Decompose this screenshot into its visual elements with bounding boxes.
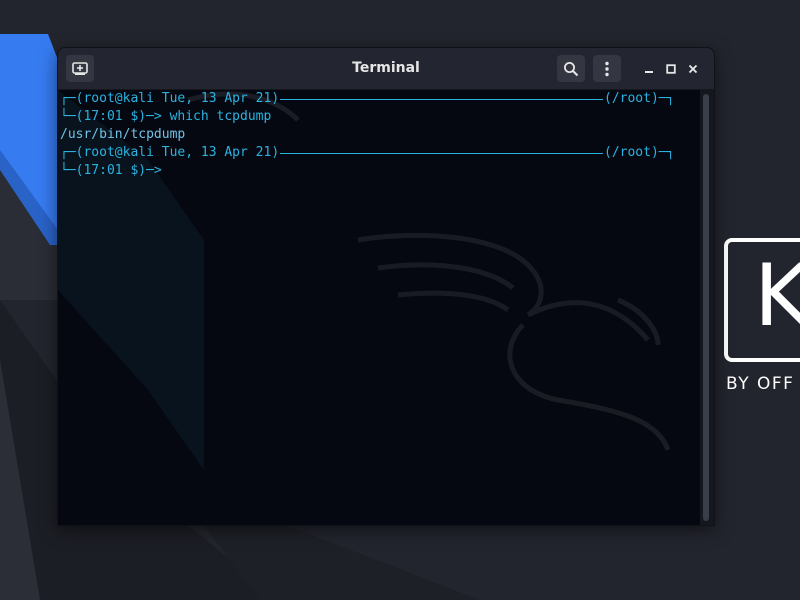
prompt-header-left: ┌─(root@kali Tue, 13 Apr 21) — [60, 145, 280, 160]
terminal-line: /usr/bin/tcpdump — [60, 126, 700, 144]
kebab-menu-icon — [605, 61, 609, 76]
prompt-header-left: ┌─(root@kali Tue, 13 Apr 21) — [60, 91, 280, 106]
menu-button[interactable] — [593, 55, 621, 82]
terminal-line: ┌─(root@kali Tue, 13 Apr 21) (/root)─┐ — [60, 90, 700, 108]
new-tab-button[interactable] — [66, 55, 94, 82]
maximize-icon — [666, 64, 676, 74]
minimize-icon — [645, 71, 653, 73]
brand-letter: K — [754, 246, 800, 346]
prompt-header-right: (/root)─┐ — [604, 91, 675, 106]
terminal-output[interactable]: ┌─(root@kali Tue, 13 Apr 21) (/root)─┐ └─(… — [58, 90, 700, 525]
prompt-rule — [280, 99, 603, 100]
terminal-window: Terminal ┌─(root@kali Tue, 13 Apr 21) (/… — [58, 48, 714, 525]
terminal-line: └─(17:01 $)─> — [60, 162, 700, 180]
terminal-line-text: └─(17:01 $)─> — [60, 163, 162, 178]
search-button[interactable] — [557, 55, 585, 82]
prompt-rule — [280, 153, 603, 154]
scrollbar[interactable] — [700, 90, 714, 525]
scrollbar-thumb[interactable] — [703, 94, 709, 521]
close-button[interactable] — [684, 60, 702, 78]
terminal-line: ┌─(root@kali Tue, 13 Apr 21) (/root)─┐ — [60, 144, 700, 162]
minimize-button[interactable] — [640, 60, 658, 78]
terminal-line-text: /usr/bin/tcpdump — [60, 127, 186, 142]
new-tab-icon — [72, 61, 88, 75]
prompt-header-right: (/root)─┐ — [604, 145, 675, 160]
close-icon — [688, 64, 698, 74]
terminal-line: └─(17:01 $)─> which tcpdump — [60, 108, 700, 126]
search-icon — [564, 61, 579, 76]
terminal-lines: ┌─(root@kali Tue, 13 Apr 21) (/root)─┐ └─(… — [60, 90, 700, 180]
brand-tagline: BY OFF — [726, 374, 795, 394]
kali-brand-logo: K BY OFF — [724, 238, 800, 398]
maximize-button[interactable] — [662, 60, 680, 78]
title-bar[interactable]: Terminal — [58, 48, 714, 90]
terminal-line-text: └─(17:01 $)─> which tcpdump — [60, 109, 272, 124]
